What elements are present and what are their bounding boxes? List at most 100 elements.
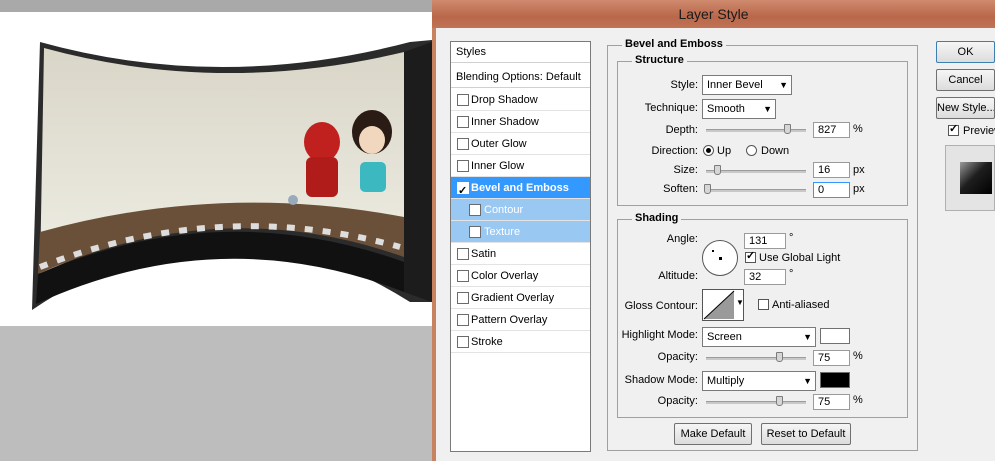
new-style-button[interactable]: New Style...: [936, 97, 995, 119]
shadow-opacity-input[interactable]: 75: [813, 394, 850, 410]
angle-dial[interactable]: [702, 240, 738, 276]
style-item-label: Outer Glow: [471, 138, 527, 150]
shadow-color-swatch[interactable]: [820, 372, 850, 388]
dialog-left-border: [432, 28, 436, 461]
shadow-opacity-track[interactable]: [706, 401, 806, 404]
direction-up-radio[interactable]: [703, 145, 714, 156]
style-item-label: Inner Shadow: [471, 116, 539, 128]
depth-slider-thumb[interactable]: [784, 124, 791, 134]
depth-unit: %: [853, 123, 863, 135]
make-default-button[interactable]: Make Default: [674, 423, 752, 445]
angle-unit: °: [789, 232, 794, 244]
style-preview-box: [945, 145, 995, 211]
technique-select-value: Smooth: [707, 103, 745, 115]
style-item-label: Stroke: [471, 336, 503, 348]
blending-options-item[interactable]: Blending Options: Default: [451, 67, 590, 88]
style-item-checkbox[interactable]: [457, 336, 469, 348]
anti-aliased-checkbox[interactable]: [758, 299, 769, 310]
chevron-down-icon: ▼: [779, 80, 788, 90]
style-item-checkbox[interactable]: [469, 204, 481, 216]
soften-unit: px: [853, 183, 865, 195]
size-input[interactable]: 16: [813, 162, 850, 178]
technique-label: Technique:: [644, 102, 698, 114]
style-item-checkbox[interactable]: [457, 248, 469, 260]
styles-header[interactable]: Styles: [451, 42, 590, 63]
shadow-mode-select[interactable]: Multiply ▼: [702, 371, 816, 391]
style-item-color-overlay[interactable]: Color Overlay: [451, 265, 590, 287]
shadow-opacity-thumb[interactable]: [776, 396, 783, 406]
chevron-down-icon: ▼: [763, 104, 772, 114]
dialog-title: Layer Style: [678, 6, 749, 22]
highlight-mode-select[interactable]: Screen ▼: [702, 327, 816, 347]
style-item-gradient-overlay[interactable]: Gradient Overlay: [451, 287, 590, 309]
style-item-pattern-overlay[interactable]: Pattern Overlay: [451, 309, 590, 331]
size-slider-thumb[interactable]: [714, 165, 721, 175]
ok-button[interactable]: OK: [936, 41, 995, 63]
bevel-emboss-title: Bevel and Emboss: [622, 38, 726, 50]
style-item-checkbox[interactable]: [469, 226, 481, 238]
style-item-checkbox[interactable]: [457, 180, 469, 202]
use-global-light-checkbox[interactable]: [745, 249, 756, 263]
depth-input[interactable]: 827: [813, 122, 850, 138]
style-item-checkbox[interactable]: [457, 270, 469, 282]
warped-artwork-image: [32, 40, 432, 310]
highlight-opacity-unit: %: [853, 350, 863, 362]
angle-dial-pointer: [712, 250, 714, 252]
style-item-checkbox[interactable]: [457, 160, 469, 172]
style-item-label: Contour: [484, 204, 524, 216]
highlight-opacity-track[interactable]: [706, 357, 806, 360]
technique-select[interactable]: Smooth ▼: [702, 99, 776, 119]
document-tab-strip: [0, 0, 432, 12]
highlight-opacity-thumb[interactable]: [776, 352, 783, 362]
depth-slider-track[interactable]: [706, 129, 806, 132]
direction-label: Direction:: [651, 145, 698, 157]
reset-to-default-button[interactable]: Reset to Default: [761, 423, 851, 445]
gloss-contour-picker[interactable]: ▼: [702, 289, 744, 321]
style-item-label: Color Overlay: [471, 270, 539, 282]
style-item-checkbox[interactable]: [457, 314, 469, 326]
altitude-unit: °: [789, 268, 794, 280]
angle-input[interactable]: 131: [744, 233, 786, 249]
style-item-label: Satin: [471, 248, 497, 260]
chevron-down-icon: ▼: [736, 298, 744, 307]
styles-list: Styles Blending Options: Default Drop Sh…: [450, 41, 591, 452]
style-item-inner-shadow[interactable]: Inner Shadow: [451, 111, 590, 133]
contour-preview-icon: [703, 290, 735, 320]
altitude-input[interactable]: 32: [744, 269, 786, 285]
style-item-checkbox[interactable]: [457, 138, 469, 150]
size-unit: px: [853, 164, 865, 176]
preview-checkbox[interactable]: [948, 122, 959, 136]
style-item-label: Texture: [484, 226, 521, 238]
soften-label: Soften:: [663, 183, 698, 195]
style-item-satin[interactable]: Satin: [451, 243, 590, 265]
style-item-label: Pattern Overlay: [471, 314, 548, 326]
direction-down-label: Down: [761, 145, 790, 157]
style-item-checkbox[interactable]: [457, 94, 469, 106]
soften-input[interactable]: 0: [813, 182, 850, 198]
style-label: Style:: [670, 79, 698, 91]
style-item-checkbox[interactable]: [457, 292, 469, 304]
use-global-light-label: Use Global Light: [759, 252, 841, 264]
style-select[interactable]: Inner Bevel ▼: [702, 75, 792, 95]
structure-title: Structure: [632, 54, 687, 66]
highlight-opacity-label: Opacity:: [657, 351, 698, 363]
angle-label: Angle:: [666, 233, 698, 245]
style-item-drop-shadow[interactable]: Drop Shadow: [451, 89, 590, 111]
soften-slider-track[interactable]: [706, 189, 806, 192]
size-label: Size:: [673, 164, 698, 176]
soften-slider-thumb[interactable]: [704, 184, 711, 194]
style-item-stroke[interactable]: Stroke: [451, 331, 590, 353]
direction-down-radio[interactable]: [746, 145, 757, 156]
shadow-opacity-unit: %: [853, 394, 863, 406]
style-item-bevel-and-emboss[interactable]: Bevel and Emboss: [451, 177, 590, 202]
cancel-button[interactable]: Cancel: [936, 69, 995, 91]
highlight-opacity-input[interactable]: 75: [813, 350, 850, 366]
style-item-outer-glow[interactable]: Outer Glow: [451, 133, 590, 155]
highlight-mode-label: Highlight Mode:: [621, 329, 698, 341]
style-item-checkbox[interactable]: [457, 116, 469, 128]
style-item-contour[interactable]: Contour: [451, 199, 590, 221]
style-item-texture[interactable]: Texture: [451, 221, 590, 243]
style-item-inner-glow[interactable]: Inner Glow: [451, 155, 590, 177]
size-slider-track[interactable]: [706, 170, 806, 173]
highlight-color-swatch[interactable]: [820, 328, 850, 344]
